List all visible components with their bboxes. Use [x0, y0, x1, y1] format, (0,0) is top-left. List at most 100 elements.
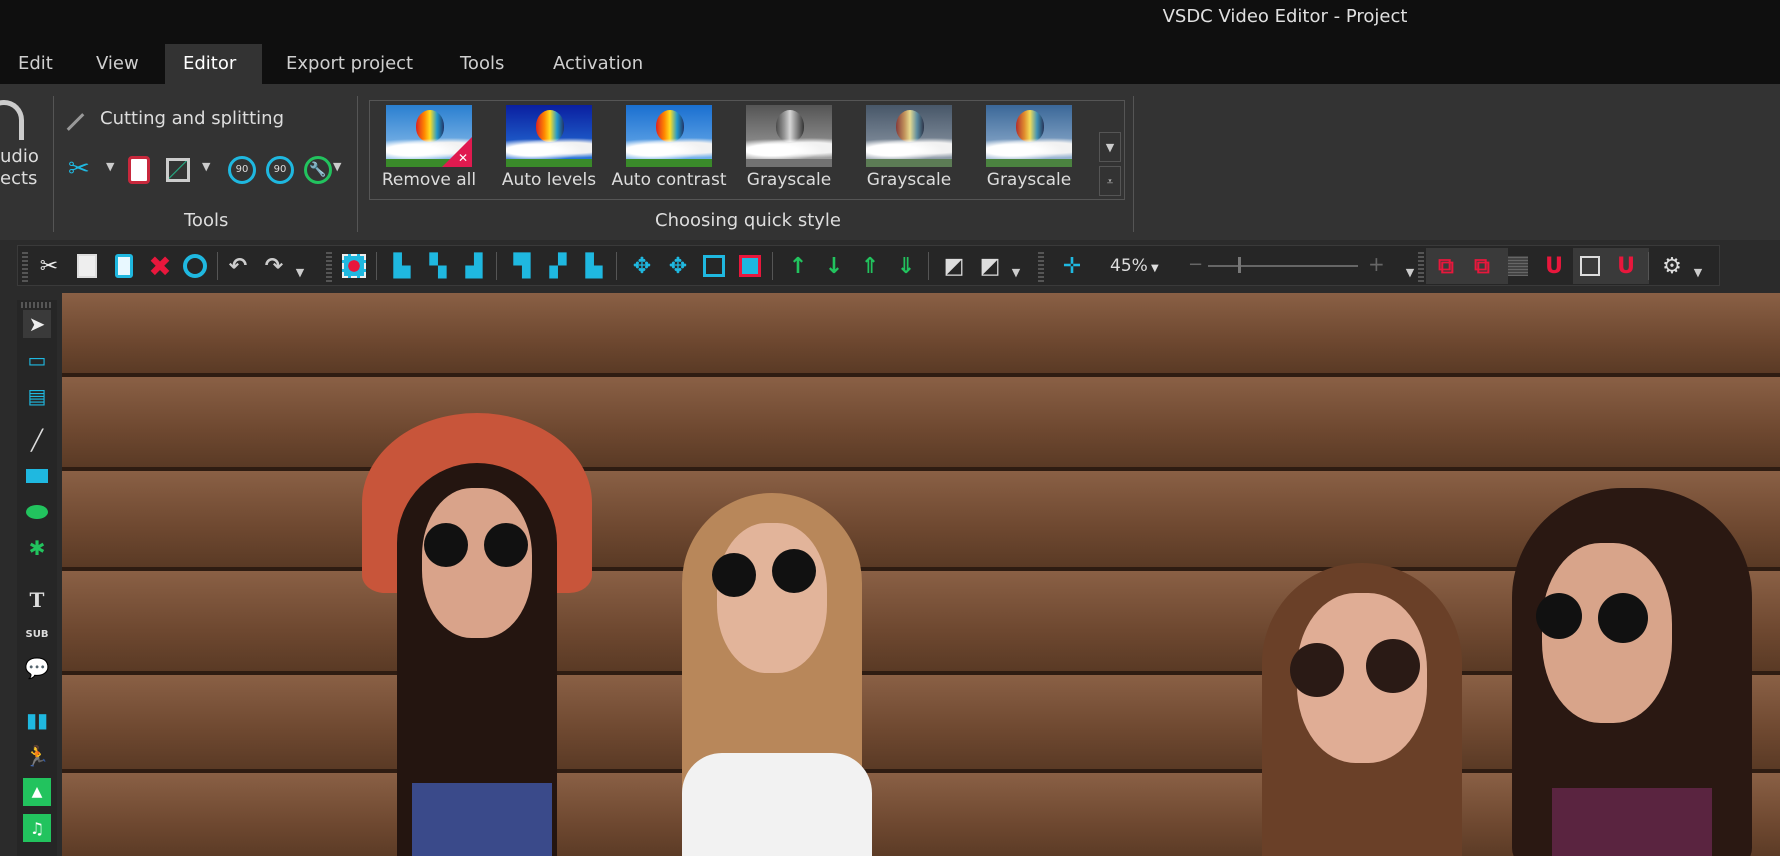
- line-icon[interactable]: ╱: [23, 426, 51, 454]
- magnet-icon[interactable]: U: [1540, 252, 1568, 280]
- style-label: Remove all: [381, 170, 477, 190]
- position-icon[interactable]: ✛: [1058, 252, 1086, 280]
- style-remove-all[interactable]: ✕ Remove all: [370, 101, 488, 199]
- headphones-icon: [0, 100, 24, 140]
- same-width-icon[interactable]: ✥: [628, 252, 656, 280]
- divider: [376, 252, 377, 280]
- object-toolbar: ➤ ▭ ▤ ╱ ✱ T SUB 💬 ▮▮ 🏃 ▲ ♫: [17, 300, 57, 856]
- chevron-down-icon[interactable]: ▼: [106, 160, 114, 173]
- editor-toolbar: ✂ ✖ ↶ ↷ ▼ ▙ ▚ ▟ ▜ ▞ ▙ ✥ ✥ ↑ ↓ ⇑ ⇓ ◩ ◩ ▼ …: [17, 245, 1720, 286]
- gallery-scroll-down-button[interactable]: ▼: [1099, 132, 1121, 162]
- toolbar-grip[interactable]: [22, 250, 28, 282]
- tab-edit[interactable]: Edit: [0, 44, 71, 84]
- thumbnail: [866, 105, 952, 167]
- chevron-down-icon[interactable]: ▼: [1002, 258, 1030, 286]
- style-label: Grayscale: [866, 170, 952, 190]
- align-top-icon[interactable]: ▜: [508, 252, 536, 280]
- crop-icon[interactable]: [166, 158, 190, 182]
- audio-effects-label: udio: [0, 146, 39, 167]
- pointer-icon[interactable]: ➤: [23, 310, 51, 338]
- gallery-expand-button[interactable]: ⩡: [1099, 166, 1121, 196]
- zoom-slider[interactable]: [1208, 265, 1358, 267]
- same-height-icon[interactable]: ✥: [664, 252, 692, 280]
- snap-corners-icon[interactable]: ⧉: [1468, 252, 1496, 280]
- audio-icon[interactable]: ♫: [23, 814, 51, 842]
- bring-forward-icon[interactable]: ↑: [784, 252, 812, 280]
- rotate-right-icon[interactable]: 90: [266, 156, 294, 184]
- same-size-icon[interactable]: [700, 252, 728, 280]
- align-right-icon[interactable]: ▟: [460, 252, 488, 280]
- tab-view[interactable]: View: [78, 44, 157, 84]
- image-icon[interactable]: ▲: [23, 778, 51, 806]
- style-auto-contrast[interactable]: Auto contrast: [610, 101, 728, 199]
- toolbar-grip[interactable]: [326, 250, 332, 282]
- callout-icon[interactable]: 💬: [23, 654, 51, 682]
- magnet-snap-icon[interactable]: U: [1612, 252, 1640, 280]
- scene-person: [342, 413, 622, 856]
- chevron-down-icon[interactable]: ▼: [202, 160, 210, 173]
- shapes-icon[interactable]: ◩: [940, 252, 968, 280]
- quick-style-group-label: Choosing quick style: [655, 210, 841, 231]
- divider: [616, 252, 617, 280]
- cut-icon[interactable]: ✂: [35, 252, 63, 280]
- zoom-out-button[interactable]: −: [1188, 254, 1203, 275]
- zoom-slider-thumb[interactable]: [1238, 257, 1241, 273]
- freeform-icon[interactable]: ✱: [23, 534, 51, 562]
- chevron-down-icon[interactable]: ▼: [1684, 258, 1712, 286]
- style-label: Grayscale: [986, 170, 1072, 190]
- toolbar-grip[interactable]: [1418, 250, 1424, 282]
- copy-icon[interactable]: [73, 252, 101, 280]
- style-grayscale-2[interactable]: Grayscale: [850, 101, 968, 199]
- record-icon[interactable]: [181, 252, 209, 280]
- chevron-down-icon[interactable]: ▼: [286, 258, 314, 286]
- quick-style-gallery: ✕ Remove all Auto levels Auto contrast G…: [369, 100, 1125, 200]
- tab-export-project[interactable]: Export project: [268, 44, 431, 84]
- send-to-back-icon[interactable]: ⇓: [892, 252, 920, 280]
- bring-to-front-icon[interactable]: ⇑: [856, 252, 884, 280]
- align-middle-icon[interactable]: ▞: [544, 252, 572, 280]
- audio-effects-button[interactable]: udio ects: [0, 96, 48, 196]
- delete-icon[interactable]: ✖: [146, 250, 174, 283]
- bounding-box-icon[interactable]: [1576, 252, 1604, 280]
- split-icon[interactable]: [128, 156, 150, 184]
- cutting-splitting-button[interactable]: Cutting and splitting: [66, 108, 290, 134]
- toolbar-grip[interactable]: [1038, 250, 1044, 282]
- align-left-icon[interactable]: ▙: [388, 252, 416, 280]
- paste-icon[interactable]: [110, 252, 138, 280]
- zoom-dropdown[interactable]: 45% ▼: [1110, 256, 1159, 276]
- select-region-icon[interactable]: [340, 252, 368, 280]
- tab-activation[interactable]: Activation: [535, 44, 661, 84]
- text-icon[interactable]: T: [23, 586, 51, 614]
- grid-icon[interactable]: [1504, 252, 1532, 280]
- fit-size-icon[interactable]: [736, 252, 764, 280]
- toolbar-grip[interactable]: [21, 302, 53, 308]
- undo-icon[interactable]: ↶: [224, 252, 252, 280]
- add-object-icon[interactable]: ▭: [23, 346, 51, 374]
- rectangle-icon[interactable]: [23, 462, 51, 490]
- zoom-in-button[interactable]: +: [1368, 252, 1385, 276]
- style-label: Auto levels: [501, 170, 597, 190]
- scissors-icon[interactable]: ✂: [68, 154, 106, 184]
- animation-icon[interactable]: 🏃: [23, 742, 51, 770]
- align-bottom-icon[interactable]: ▙: [580, 252, 608, 280]
- ellipse-icon[interactable]: [23, 498, 51, 526]
- divider: [53, 96, 54, 232]
- send-backward-icon[interactable]: ↓: [820, 252, 848, 280]
- snap-objects-icon[interactable]: ⧉: [1432, 252, 1460, 280]
- tab-tools[interactable]: Tools: [442, 44, 522, 84]
- wrench-icon[interactable]: 🔧: [304, 156, 332, 184]
- subtitle-icon[interactable]: SUB: [23, 620, 51, 648]
- align-center-icon[interactable]: ▚: [424, 252, 452, 280]
- style-grayscale-3[interactable]: Grayscale: [970, 101, 1088, 199]
- tab-editor[interactable]: Editor: [165, 44, 262, 84]
- preview-canvas[interactable]: [62, 293, 1780, 856]
- style-grayscale[interactable]: Grayscale: [730, 101, 848, 199]
- chevron-down-icon[interactable]: ▼: [333, 160, 341, 173]
- shapes-combine-icon[interactable]: ◩: [976, 252, 1004, 280]
- add-group-icon[interactable]: ▤: [23, 382, 51, 410]
- rotate-left-icon[interactable]: 90: [228, 156, 256, 184]
- gear-icon[interactable]: ⚙: [1658, 252, 1686, 280]
- style-auto-levels[interactable]: Auto levels: [490, 101, 608, 199]
- chart-icon[interactable]: ▮▮: [23, 706, 51, 734]
- redo-icon[interactable]: ↷: [260, 252, 288, 280]
